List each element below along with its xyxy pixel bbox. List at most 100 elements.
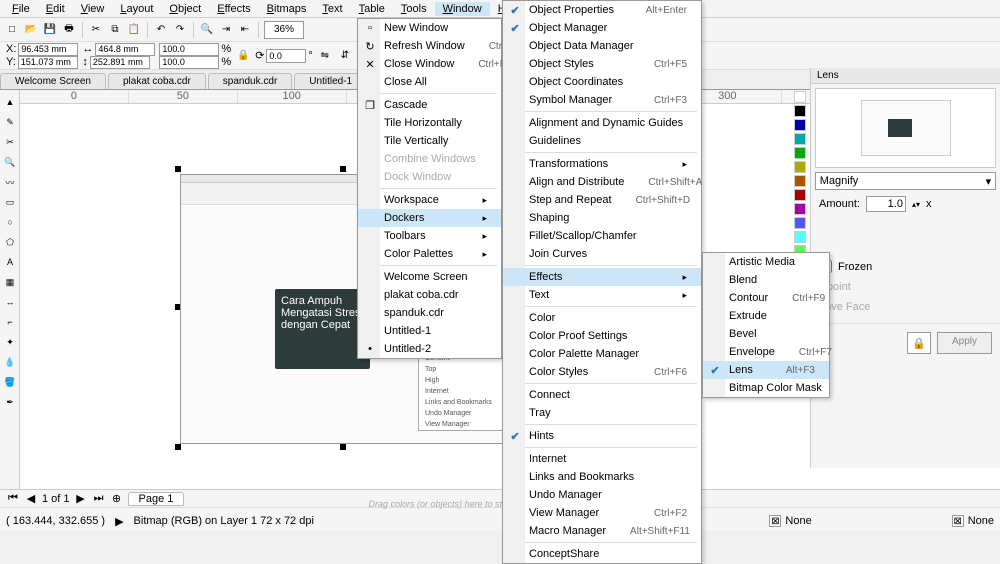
eyedropper-tool-icon[interactable]: 💧 <box>2 354 18 370</box>
effect-item[interactable]: Artistic Media <box>703 253 829 271</box>
mirror-h-icon[interactable]: ⇋ <box>317 48 333 64</box>
page-first-icon[interactable]: ⏮ <box>6 492 20 505</box>
docker-item[interactable]: Color Palette Manager <box>503 345 701 363</box>
docker-item[interactable]: Macro ManagerAlt+Shift+F11 <box>503 522 701 540</box>
ellipse-tool-icon[interactable]: ○ <box>2 214 18 230</box>
zoom-level[interactable]: 36% <box>264 21 304 39</box>
lens-type-select[interactable]: Magnify▾ <box>815 172 996 190</box>
menu-edit[interactable]: Edit <box>38 2 73 16</box>
menu-doc-untitled1[interactable]: Untitled-1 <box>358 322 501 340</box>
rotation-input[interactable] <box>266 49 306 63</box>
menu-cascade[interactable]: ❐Cascade <box>358 96 501 114</box>
import-icon[interactable]: ⇥ <box>218 22 234 38</box>
docker-item[interactable]: ✔Object Manager <box>503 19 701 37</box>
docker-item[interactable]: Alignment and Dynamic Guides <box>503 114 701 132</box>
menu-object[interactable]: Object <box>161 2 209 16</box>
new-icon[interactable]: □ <box>4 22 20 38</box>
docker-item[interactable]: Object StylesCtrl+F5 <box>503 55 701 73</box>
menu-close-window[interactable]: ✕Close WindowCtrl+F4 <box>358 55 501 73</box>
outline-tool-icon[interactable]: ✒ <box>2 394 18 410</box>
y-pos-input[interactable] <box>18 56 78 69</box>
docker-item[interactable]: Fillet/Scallop/Chamfer <box>503 227 701 245</box>
polygon-tool-icon[interactable]: ⬠ <box>2 234 18 250</box>
effect-item[interactable]: Bevel <box>703 325 829 343</box>
menu-view[interactable]: View <box>73 2 113 16</box>
effect-item[interactable]: ContourCtrl+F9 <box>703 289 829 307</box>
menu-doc-welcome[interactable]: Welcome Screen <box>358 268 501 286</box>
menu-bitmaps[interactable]: Bitmaps <box>259 2 315 16</box>
docker-item[interactable]: Color StylesCtrl+F6 <box>503 363 701 381</box>
docker-item[interactable]: Color Proof Settings <box>503 327 701 345</box>
docker-item[interactable]: Align and DistributeCtrl+Shift+A <box>503 173 701 191</box>
effect-item[interactable]: Bitmap Color Mask <box>703 379 829 397</box>
docker-item[interactable]: Object Coordinates <box>503 73 701 91</box>
width-input[interactable] <box>95 43 155 56</box>
menu-close-all[interactable]: Close All <box>358 73 501 91</box>
crop-tool-icon[interactable]: ✂ <box>2 134 18 150</box>
page-prev-icon[interactable]: ◀ <box>24 492 38 505</box>
menu-window[interactable]: Window <box>435 2 490 16</box>
zoom-tool-icon[interactable]: 🔍 <box>2 154 18 170</box>
docker-item[interactable]: Effects▸ <box>503 268 701 286</box>
docker-item[interactable]: Tray <box>503 404 701 422</box>
save-icon[interactable]: 💾 <box>42 22 58 38</box>
effect-item[interactable]: Extrude <box>703 307 829 325</box>
copy-icon[interactable]: ⧉ <box>107 22 123 38</box>
shape-tool-icon[interactable]: ✎ <box>2 114 18 130</box>
fill-tool-icon[interactable]: 🪣 <box>2 374 18 390</box>
lock-button[interactable]: 🔒 <box>907 332 931 354</box>
menu-dockers[interactable]: Dockers▸ <box>358 209 501 227</box>
lens-tab-title[interactable]: Lens <box>811 68 1000 84</box>
menu-table[interactable]: Table <box>351 2 393 16</box>
menu-refresh-window[interactable]: ↻Refresh WindowCtrl+W <box>358 37 501 55</box>
freehand-tool-icon[interactable]: 〰 <box>2 174 18 190</box>
rectangle-tool-icon[interactable]: ▭ <box>2 194 18 210</box>
menu-layout[interactable]: Layout <box>112 2 161 16</box>
docker-item[interactable]: View ManagerCtrl+F2 <box>503 504 701 522</box>
apply-button[interactable]: Apply <box>937 332 992 354</box>
page-next-icon[interactable]: ▶ <box>74 492 88 505</box>
menu-toolbars[interactable]: Toolbars▸ <box>358 227 501 245</box>
effects-tool-icon[interactable]: ✦ <box>2 334 18 350</box>
menu-doc-untitled2[interactable]: •Untitled-2 <box>358 340 501 358</box>
redo-icon[interactable]: ↷ <box>172 22 188 38</box>
menu-doc-plakat[interactable]: plakat coba.cdr <box>358 286 501 304</box>
docker-item[interactable]: ✔Hints <box>503 427 701 445</box>
connector-tool-icon[interactable]: ⌐ <box>2 314 18 330</box>
export-icon[interactable]: ⇤ <box>237 22 253 38</box>
menu-effects[interactable]: Effects <box>209 2 258 16</box>
docker-item[interactable]: Join Curves <box>503 245 701 263</box>
docker-item[interactable]: ConceptShare <box>503 545 701 563</box>
open-icon[interactable]: 📂 <box>23 22 39 38</box>
effect-item[interactable]: ✔LensAlt+F3 <box>703 361 829 379</box>
menu-tools[interactable]: Tools <box>393 2 435 16</box>
doc-tab[interactable]: Welcome Screen <box>0 73 106 89</box>
menu-doc-spanduk[interactable]: spanduk.cdr <box>358 304 501 322</box>
dockers-submenu[interactable]: ✔Object PropertiesAlt+Enter✔Object Manag… <box>502 0 702 564</box>
scaley-input[interactable] <box>159 56 219 69</box>
x-pos-input[interactable] <box>18 43 78 56</box>
docker-item[interactable]: Shaping <box>503 209 701 227</box>
menu-text[interactable]: Text <box>314 2 350 16</box>
page-add-icon[interactable]: ⊕ <box>110 492 124 505</box>
undo-icon[interactable]: ↶ <box>153 22 169 38</box>
document-palette[interactable]: Drag colors (or objects) here to store t… <box>160 497 800 511</box>
docker-item[interactable]: Color <box>503 309 701 327</box>
outline-indicator[interactable]: ⊠ None <box>952 515 994 527</box>
menu-color-palettes[interactable]: Color Palettes▸ <box>358 245 501 263</box>
mirror-v-icon[interactable]: ⇵ <box>337 48 353 64</box>
docker-item[interactable]: Undo Manager <box>503 486 701 504</box>
table-tool-icon[interactable]: ▦ <box>2 274 18 290</box>
effect-item[interactable]: EnvelopeCtrl+F7 <box>703 343 829 361</box>
menu-file[interactable]: File <box>4 2 38 16</box>
docker-item[interactable]: Links and Bookmarks <box>503 468 701 486</box>
height-input[interactable] <box>90 56 150 69</box>
docker-item[interactable]: Connect <box>503 386 701 404</box>
menu-tile-h[interactable]: Tile Horizontally <box>358 114 501 132</box>
page-last-icon[interactable]: ⏭ <box>92 492 106 505</box>
amount-input[interactable] <box>866 196 906 212</box>
fill-indicator[interactable]: ⊠ None <box>769 515 811 527</box>
paste-icon[interactable]: 📋 <box>126 22 142 38</box>
scalex-input[interactable] <box>159 43 219 56</box>
effects-submenu[interactable]: Artistic MediaBlendContourCtrl+F9Extrude… <box>702 252 830 398</box>
